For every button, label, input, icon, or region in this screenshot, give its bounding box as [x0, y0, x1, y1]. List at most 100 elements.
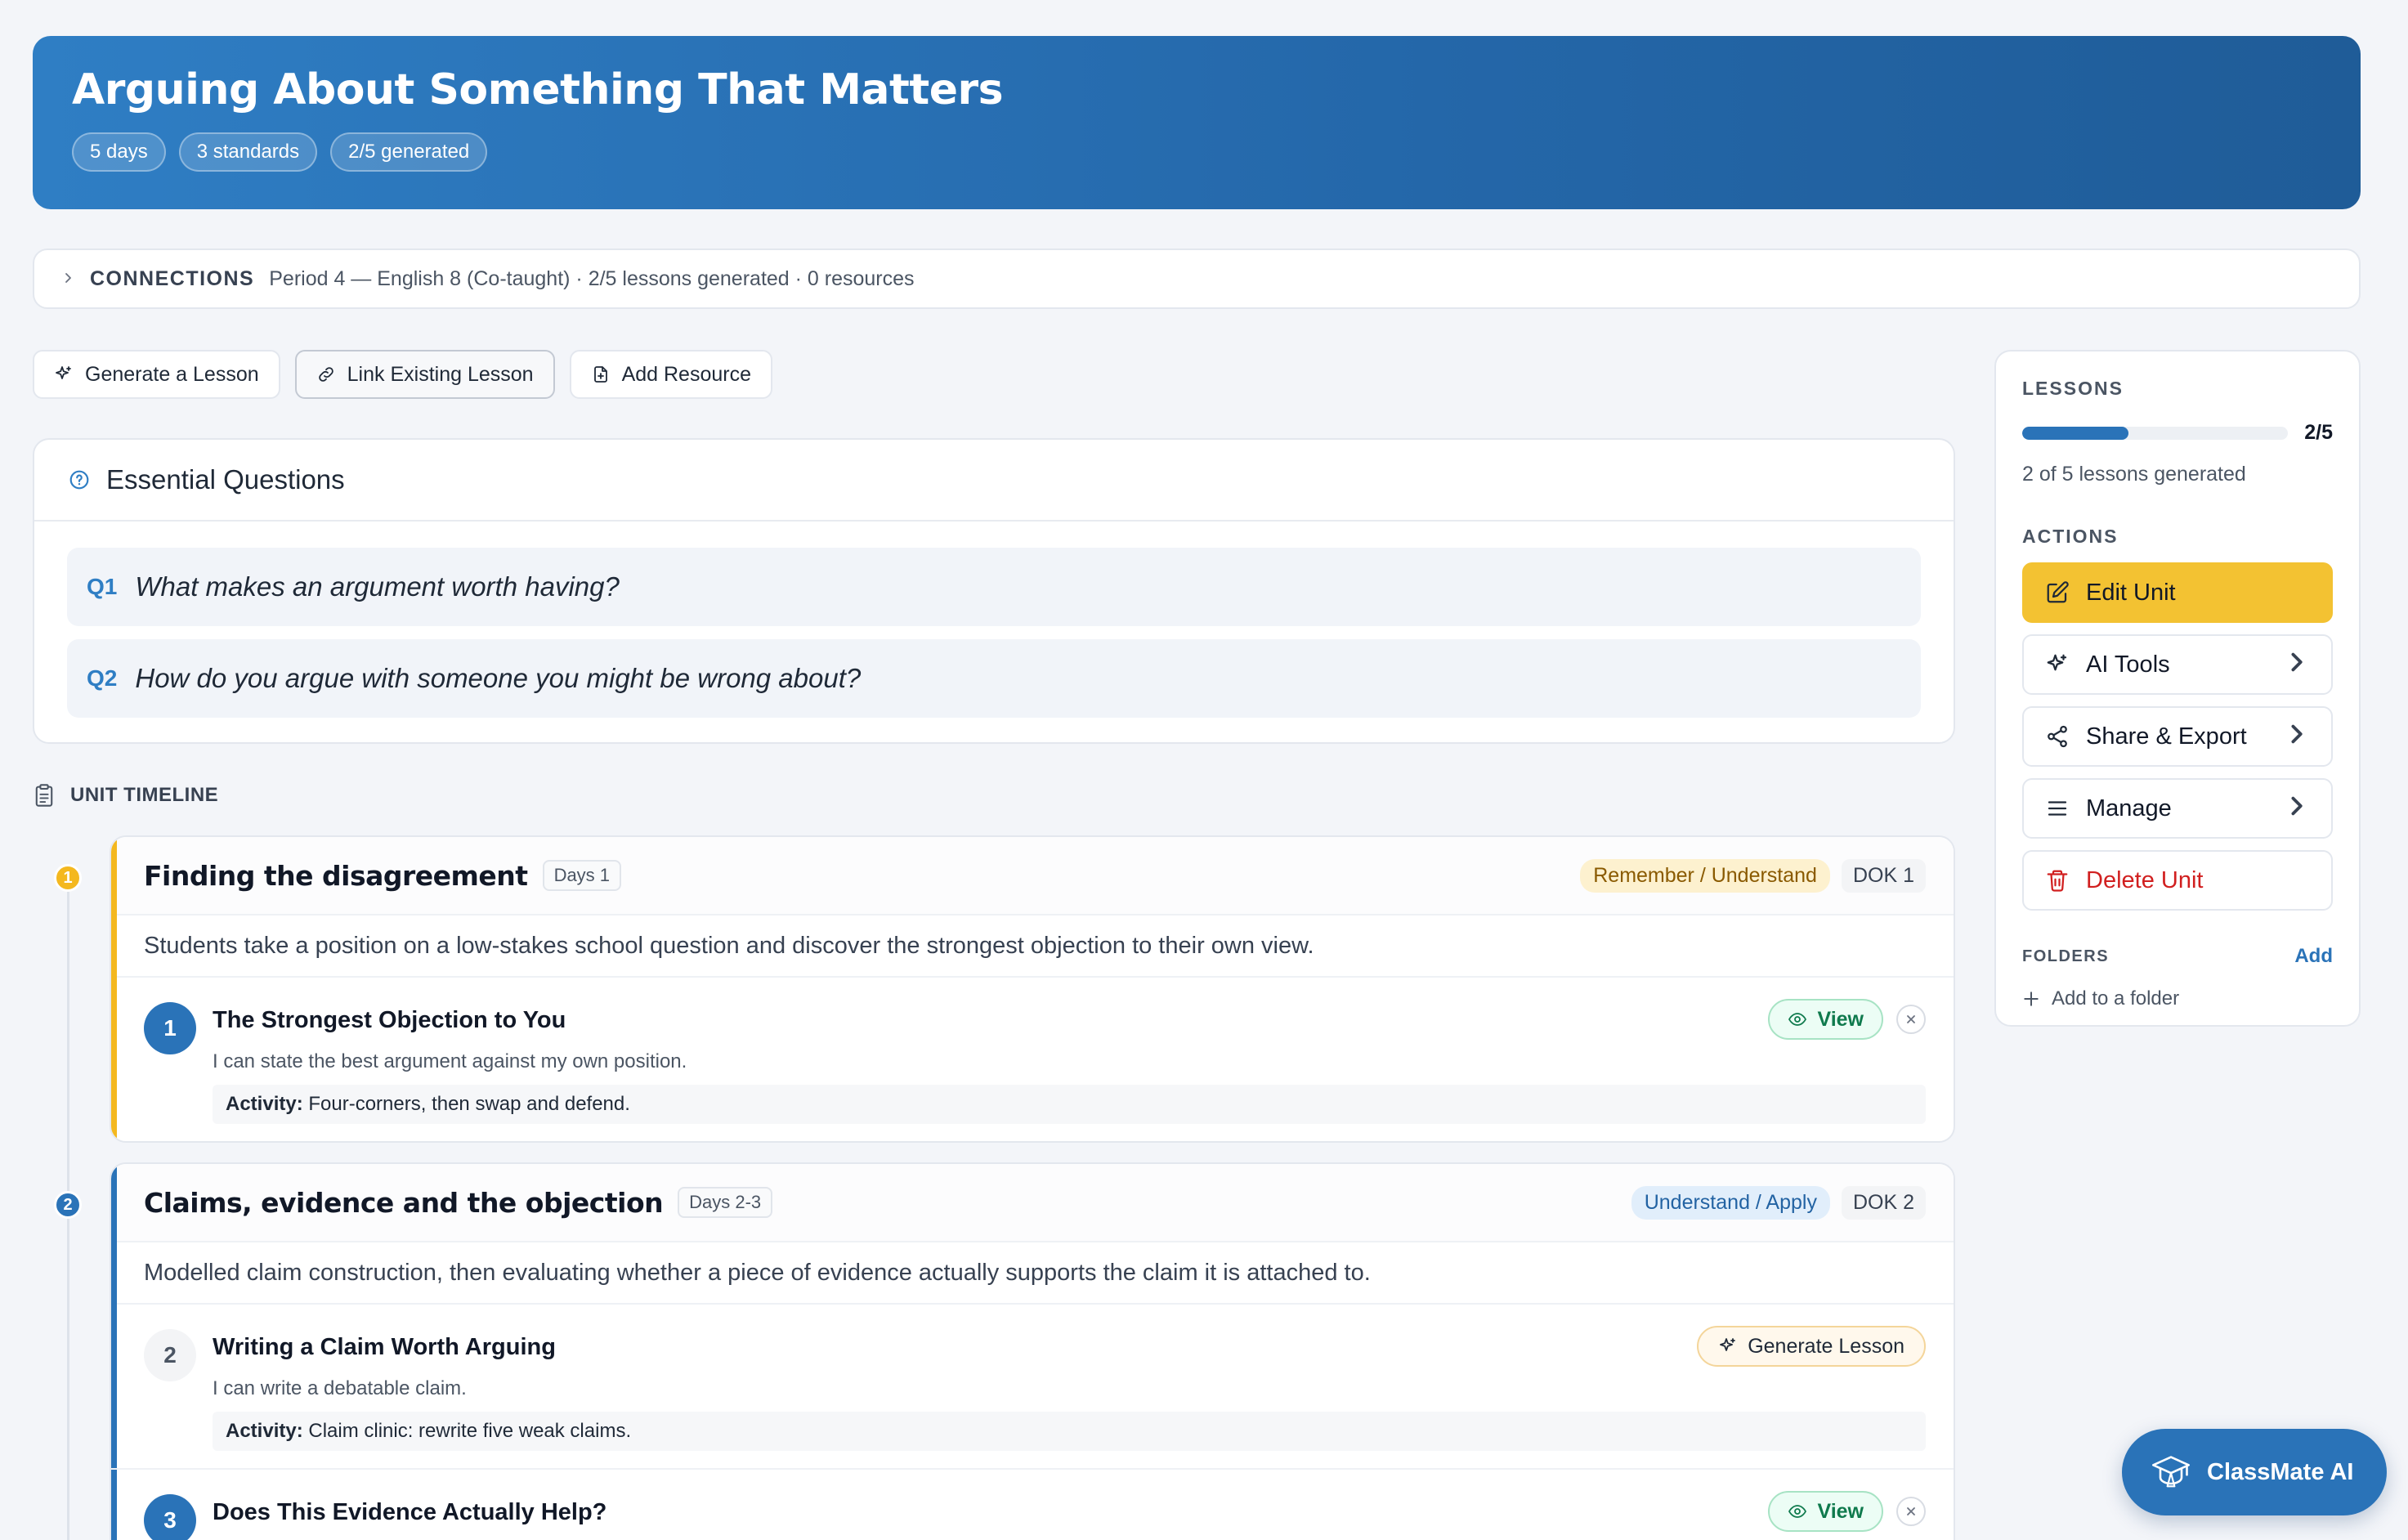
view-lesson-button[interactable]: View	[1768, 999, 1883, 1040]
add-to-folder-label: Add to a folder	[2052, 987, 2180, 1010]
lesson-item: 2 Writing a Claim Worth Arguing I can wr…	[111, 1305, 1954, 1468]
chevron-right-icon	[2285, 722, 2310, 752]
classmate-ai-label: ClassMate AI	[2207, 1458, 2354, 1485]
add-resource-button[interactable]: Add Resource	[569, 350, 772, 399]
eye-icon	[1788, 1505, 1807, 1518]
link-icon	[318, 367, 333, 382]
unit-timeline-header: UNIT TIMELINE	[33, 783, 218, 808]
lesson-number: 1	[144, 1002, 196, 1054]
link-existing-lesson-label: Link Existing Lesson	[347, 362, 534, 386]
ai-tools-label: AI Tools	[2086, 651, 2170, 678]
sparkle-icon	[56, 366, 71, 379]
share-icon	[2048, 725, 2067, 748]
generate-lesson-inline-button[interactable]: Generate Lesson	[1697, 1326, 1926, 1367]
add-to-folder-button[interactable]: Add to a folder	[2022, 987, 2333, 1010]
share-export-button[interactable]: Share & Export	[2022, 706, 2333, 767]
essential-question-item: Q2 How do you argue with someone you mig…	[67, 639, 1921, 718]
plus-icon	[2024, 992, 2039, 1006]
eye-icon	[1788, 1013, 1807, 1026]
lesson-number: 2	[144, 1329, 196, 1381]
connections-label: CONNECTIONS	[90, 266, 255, 290]
generated-chip: 2/5 generated	[330, 132, 488, 172]
activity-text: Four-corners, then swap and defend.	[308, 1093, 630, 1115]
file-plus-icon	[593, 366, 607, 383]
view-label: View	[1817, 1007, 1864, 1031]
share-export-label: Share & Export	[2086, 723, 2247, 750]
lesson-number: 3	[144, 1494, 196, 1540]
trash-icon	[2047, 870, 2068, 892]
view-lesson-button[interactable]: View	[1768, 1491, 1883, 1532]
question-text: What makes an argument worth having?	[135, 571, 620, 602]
delete-unit-button[interactable]: Delete Unit	[2022, 850, 2333, 911]
delete-unit-label: Delete Unit	[2086, 866, 2204, 893]
sparkle-icon	[1720, 1338, 1736, 1351]
lesson-activity: Activity: Four-corners, then swap and de…	[213, 1085, 1926, 1124]
help-circle-icon	[69, 470, 89, 490]
progress-track	[2022, 426, 2289, 440]
chevron-right-icon	[2285, 794, 2310, 824]
lesson-objective: I can write a debatable claim.	[213, 1377, 467, 1399]
question-number: Q2	[87, 665, 118, 691]
question-text: How do you argue with someone you might …	[135, 663, 862, 693]
edit-unit-button[interactable]: Edit Unit	[2022, 562, 2333, 623]
generate-lesson-button[interactable]: Generate a Lesson	[33, 350, 280, 399]
add-folder-link[interactable]: Add	[2294, 945, 2333, 968]
connections-summary: Period 4 — English 8 (Co-taught) · 2/5 l…	[269, 266, 915, 290]
actions-section-label: ACTIONS	[2022, 526, 2119, 547]
progress-fill	[2022, 426, 2129, 440]
lesson-item: 1 The Strongest Objection to You I can s…	[111, 978, 1954, 1124]
essential-question-item: Q1 What makes an argument worth having?	[67, 548, 1921, 626]
days-chip: 5 days	[72, 132, 166, 172]
edit-unit-label: Edit Unit	[2086, 579, 2176, 606]
connections-bar[interactable]: CONNECTIONS Period 4 — English 8 (Co-tau…	[33, 248, 2361, 309]
lesson-actions: View	[1768, 999, 1926, 1040]
activity-label: Activity:	[226, 1420, 303, 1442]
activity-text: Claim clinic: rewrite five weak claims.	[308, 1420, 632, 1442]
lesson-actions: View	[1768, 1491, 1926, 1532]
ai-tools-button[interactable]: AI Tools	[2022, 634, 2333, 695]
question-number: Q1	[87, 574, 118, 599]
lessons-section-label: LESSONS	[2022, 378, 2124, 399]
phase-marker: 2	[54, 1191, 82, 1219]
progress-ratio: 2/5	[2304, 421, 2333, 444]
unit-timeline-title: UNIT TIMELINE	[70, 784, 219, 806]
phase-marker: 1	[54, 864, 82, 892]
unit-toolbar: Generate a Lesson Link Existing Lesson A…	[33, 350, 772, 399]
lesson-objective: I can state the best argument against my…	[213, 1050, 687, 1072]
dok-badge: DOK 1	[1841, 858, 1926, 893]
manage-label: Manage	[2086, 795, 2172, 821]
classmate-ai-button[interactable]: ClassMate AI	[2122, 1429, 2387, 1515]
lesson-title[interactable]: Does This Evidence Actually Help?	[213, 1499, 1926, 1526]
phase-header: Finding the disagreement Days 1 Remember…	[111, 837, 1954, 915]
lesson-title[interactable]: Writing a Claim Worth Arguing	[213, 1334, 1926, 1361]
unlink-lesson-button[interactable]	[1896, 1497, 1926, 1526]
folders-section-label: FOLDERS	[2022, 947, 2110, 965]
lesson-item: 3 Does This Evidence Actually Help? View	[111, 1468, 1954, 1540]
lessons-progress: 2/5	[2022, 421, 2333, 445]
clipboard-icon	[35, 784, 53, 807]
manage-button[interactable]: Manage	[2022, 778, 2333, 839]
essential-questions-header: Essential Questions	[34, 440, 1954, 522]
view-label: View	[1817, 1499, 1864, 1523]
bloom-level-badge: Understand / Apply	[1631, 1185, 1830, 1220]
days-tag: Days 1	[542, 860, 622, 891]
close-icon	[1907, 1507, 1915, 1515]
lesson-actions: Generate Lesson	[1697, 1326, 1926, 1367]
phase-title: Claims, evidence and the objection	[144, 1186, 664, 1219]
essential-questions-card: Essential Questions Q1 What makes an arg…	[33, 438, 1955, 744]
phase-header: Claims, evidence and the objection Days …	[111, 1164, 1954, 1242]
timeline-phase: Claims, evidence and the objection Days …	[110, 1162, 1955, 1540]
unit-title: Arguing About Something That Matters	[72, 65, 1004, 114]
unit-sidebar: LESSONS 2/5 2 of 5 lessons generated ACT…	[1994, 350, 2361, 1027]
dok-badge: DOK 2	[1841, 1185, 1926, 1220]
phase-description: Students take a position on a low-stakes…	[111, 915, 1954, 978]
lesson-activity: Activity: Claim clinic: rewrite five wea…	[213, 1412, 1926, 1451]
generate-lesson-label: Generate a Lesson	[85, 362, 259, 386]
bloom-level-badge: Remember / Understand	[1580, 858, 1830, 893]
essential-questions-title: Essential Questions	[106, 464, 345, 495]
lesson-title[interactable]: The Strongest Objection to You	[213, 1007, 1926, 1034]
link-existing-lesson-button[interactable]: Link Existing Lesson	[294, 350, 555, 399]
unlink-lesson-button[interactable]	[1896, 1005, 1926, 1034]
progress-text: 2 of 5 lessons generated	[2022, 463, 2246, 486]
folders-section: FOLDERS Add	[2022, 945, 2333, 968]
